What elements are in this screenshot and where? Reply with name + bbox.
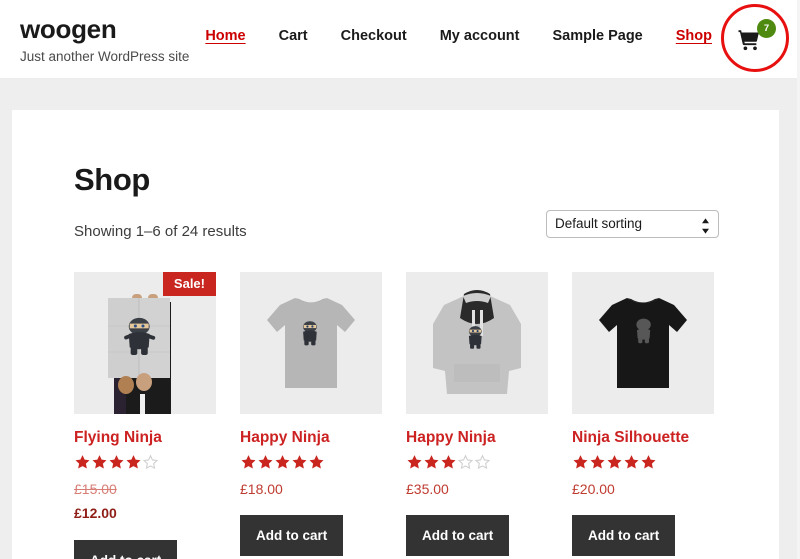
cart-count-badge: 7: [757, 19, 776, 38]
product-rating: [572, 454, 714, 470]
sorting-control[interactable]: Default sortingSort by popularitySort by…: [546, 210, 719, 242]
nav-item-checkout[interactable]: Checkout: [341, 28, 407, 44]
site-title[interactable]: woogen: [20, 14, 189, 45]
product-rating: [240, 454, 382, 470]
product-title[interactable]: Happy Ninja: [406, 429, 548, 448]
current-price: £35.00: [406, 480, 449, 497]
add-to-cart-button[interactable]: Add to cart: [572, 515, 676, 557]
grey-hoodie-ninja-image: [406, 272, 548, 414]
shop-section: Shop Showing 1–6 of 24 results Default s…: [12, 110, 779, 559]
product-image-happy-ninja-tshirt[interactable]: [240, 272, 382, 414]
add-to-cart-button[interactable]: Add to cart: [240, 515, 344, 557]
nav-item-sample-page[interactable]: Sample Page: [552, 28, 642, 44]
page-root: woogen Just another WordPress site Home …: [0, 0, 800, 559]
product-price: £15.00 £12.00: [74, 480, 216, 524]
product-rating: [406, 454, 548, 470]
product-image-ninja-silhouette[interactable]: [572, 272, 714, 414]
product-image-happy-ninja-hoodie[interactable]: [406, 272, 548, 414]
nav-item-shop[interactable]: Shop: [676, 28, 712, 44]
site-description: Just another WordPress site: [20, 48, 190, 64]
page-title: Shop: [74, 162, 150, 197]
grey-tshirt-ninja-image: [240, 272, 382, 414]
sale-price: £12.00: [74, 505, 117, 522]
product-price: £35.00: [406, 480, 548, 500]
add-to-cart-button[interactable]: Add to cart: [406, 515, 510, 557]
product-grid: Sale! Flying Ninja £15.00 £12.00 Happy N…: [74, 272, 719, 559]
product-image-flying-ninja[interactable]: Sale!: [74, 272, 216, 414]
current-price: £18.00: [240, 480, 283, 497]
product-title[interactable]: Flying Ninja: [74, 429, 216, 448]
sorting-select[interactable]: Default sortingSort by popularitySort by…: [546, 210, 719, 238]
add-to-cart-button[interactable]: Add to cart: [74, 539, 178, 559]
site-header: woogen Just another WordPress site Home …: [0, 0, 800, 79]
current-price: £20.00: [572, 480, 615, 497]
product-card: Happy Ninja £35.00 Add to cart: [406, 272, 548, 559]
product-card: Sale! Flying Ninja £15.00 £12.00: [74, 272, 216, 559]
product-title[interactable]: Ninja Silhouette: [572, 429, 714, 448]
product-price: £18.00: [240, 480, 382, 500]
product-title[interactable]: Happy Ninja: [240, 429, 382, 448]
nav-item-home[interactable]: Home: [205, 28, 245, 44]
site-branding[interactable]: woogen Just another WordPress site: [20, 14, 190, 65]
regular-price: £15.00: [74, 480, 117, 497]
product-price: £20.00: [572, 480, 714, 500]
shop-toolbar: Showing 1–6 of 24 results Default sortin…: [74, 210, 719, 250]
primary-navigation: Home Cart Checkout My account Sample Pag…: [205, 28, 712, 44]
nav-item-cart[interactable]: Cart: [279, 28, 308, 44]
content-card: Shop Showing 1–6 of 24 results Default s…: [12, 110, 779, 559]
nav-item-my-account[interactable]: My account: [440, 28, 520, 44]
product-card: Happy Ninja £18.00 Add to cart: [240, 272, 382, 559]
product-card: Ninja Silhouette £20.00 Add to cart: [572, 272, 714, 559]
black-tshirt-silhouette-image: [572, 272, 714, 414]
sale-badge: Sale!: [162, 272, 216, 296]
product-rating: [74, 454, 216, 470]
cart-link[interactable]: 7: [733, 19, 776, 61]
